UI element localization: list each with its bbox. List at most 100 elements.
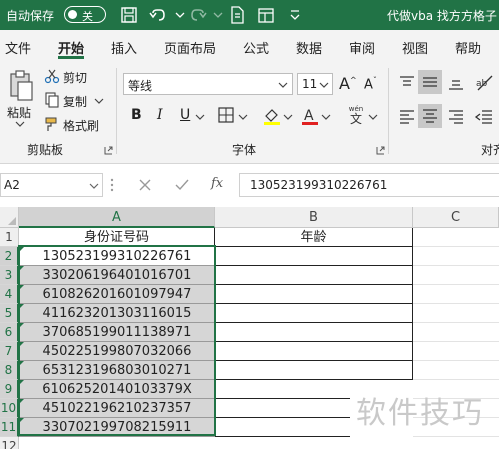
align-middle-button[interactable] [418,70,442,94]
italic-icon[interactable]: I [157,107,163,123]
id-number-cell[interactable]: 451022196210237357 [19,399,215,418]
phonetic-guide-icon[interactable]: wén 文 [345,105,367,127]
save-icon[interactable] [119,5,139,25]
id-number-cell[interactable]: 411623201303116015 [19,304,215,323]
format-painter-label[interactable]: 格式刷 [63,117,99,134]
bold-icon[interactable]: B [131,107,142,123]
align-left-icon[interactable] [398,108,416,126]
id-number-cell[interactable]: 330206196401016701 [19,266,215,285]
formula-bar-grip-icon[interactable] [109,177,115,193]
copy-label[interactable]: 复制 [63,93,87,110]
decrease-indent-icon[interactable] [474,108,494,126]
row-header[interactable]: 3 [0,266,19,285]
column-header-c[interactable]: C [413,207,499,228]
font-launcher-icon[interactable] [376,146,385,155]
cut-label[interactable]: 剪切 [63,69,87,86]
copy-icon[interactable] [44,92,60,108]
copy-dropdown-icon[interactable] [94,97,104,105]
redo-icon[interactable] [188,5,208,25]
autosave-toggle[interactable]: 关 [64,6,106,23]
age-cell[interactable] [215,323,413,342]
align-right-icon[interactable] [447,108,465,126]
font-size-select[interactable]: 11 [297,73,333,95]
tab-insert[interactable]: 插入 [111,38,137,57]
age-cell[interactable] [215,342,413,361]
scissors-icon[interactable] [44,68,60,84]
age-cell[interactable] [215,361,413,380]
align-bottom-icon[interactable] [447,74,465,92]
grid-cell[interactable] [413,342,499,361]
row-header[interactable]: 5 [0,304,19,323]
id-number-cell[interactable]: 450225199807032066 [19,342,215,361]
age-cell[interactable] [215,266,413,285]
formula-input[interactable]: 130523199310226761 [239,173,499,197]
borders-dropdown-icon[interactable] [238,113,248,121]
age-cell[interactable] [215,380,350,399]
id-number-cell[interactable]: 610826201601097947 [19,285,215,304]
column-header-a[interactable]: A [19,207,215,228]
paste-dropdown-icon[interactable] [14,120,26,128]
row-header[interactable]: 12 [0,437,19,449]
font-name-select[interactable]: 等线 [123,73,293,95]
orientation-icon[interactable]: ab [474,72,496,94]
grid-cell[interactable] [413,361,499,380]
underline-icon[interactable]: U [180,107,190,123]
row-header[interactable]: 1 [0,228,19,247]
grid-cell[interactable] [413,285,499,304]
paste-icon[interactable] [8,70,34,102]
clipboard-launcher-icon[interactable] [104,146,113,155]
enter-icon[interactable] [174,178,190,192]
insert-function-icon[interactable]: fx [211,176,223,191]
tab-formulas[interactable]: 公式 [243,38,269,57]
age-cell[interactable] [215,418,350,437]
tab-review[interactable]: 审阅 [349,38,375,57]
customize-quick-access-icon[interactable] [285,5,305,25]
paste-label[interactable]: 粘贴 [7,104,31,121]
phonetic-dropdown-icon[interactable] [368,113,378,121]
age-cell[interactable] [215,304,413,323]
tab-view[interactable]: 视图 [402,38,428,57]
align-center-button[interactable] [418,104,442,128]
font-color-icon[interactable]: A [300,106,320,126]
row-header[interactable]: 8 [0,361,19,380]
row-header[interactable]: 11 [0,418,19,437]
cancel-icon[interactable] [138,178,152,192]
column-header-b[interactable]: B [215,207,413,228]
grid-cell[interactable] [413,228,499,247]
increase-font-size-icon[interactable]: A^ [339,74,357,93]
id-number-cell[interactable]: 330702199708215911 [19,418,215,437]
grid-cell[interactable] [413,304,499,323]
grid-cell[interactable] [413,323,499,342]
grid-cell[interactable] [413,437,499,449]
align-top-icon[interactable] [398,74,416,92]
undo-dropdown-icon[interactable] [170,5,190,25]
tab-home[interactable]: 开始 [58,38,84,57]
id-number-cell[interactable]: 61062520140103379X [19,380,215,399]
tab-file[interactable]: 文件 [5,38,31,57]
row-header[interactable]: 2 [0,247,19,266]
redo-dropdown-icon[interactable] [208,5,228,25]
age-cell[interactable] [215,285,413,304]
row-header[interactable]: 9 [0,380,19,399]
underline-dropdown-icon[interactable] [195,113,205,121]
row-header[interactable]: 6 [0,323,19,342]
row-header[interactable]: 4 [0,285,19,304]
select-all-corner[interactable] [0,207,19,228]
tab-page-layout[interactable]: 页面布局 [164,38,216,57]
fill-color-icon[interactable] [262,106,282,126]
sheet-icon[interactable] [256,5,276,25]
row-header[interactable]: 7 [0,342,19,361]
tab-help[interactable]: 帮助 [455,38,481,57]
header-cell-age[interactable]: 年龄 [215,228,413,247]
format-painter-icon[interactable] [44,116,60,132]
age-cell[interactable] [215,247,413,266]
id-number-cell[interactable]: 653123196803010271 [19,361,215,380]
borders-icon[interactable] [217,106,235,124]
grid-cell[interactable] [413,266,499,285]
header-cell-id-number[interactable]: 身份证号码 [19,228,215,247]
id-number-cell[interactable]: 130523199310226761 [19,247,215,266]
id-number-cell[interactable]: 370685199011138971 [19,323,215,342]
tab-data[interactable]: 数据 [296,38,322,57]
row-header[interactable]: 10 [0,399,19,418]
undo-icon[interactable] [148,5,168,25]
